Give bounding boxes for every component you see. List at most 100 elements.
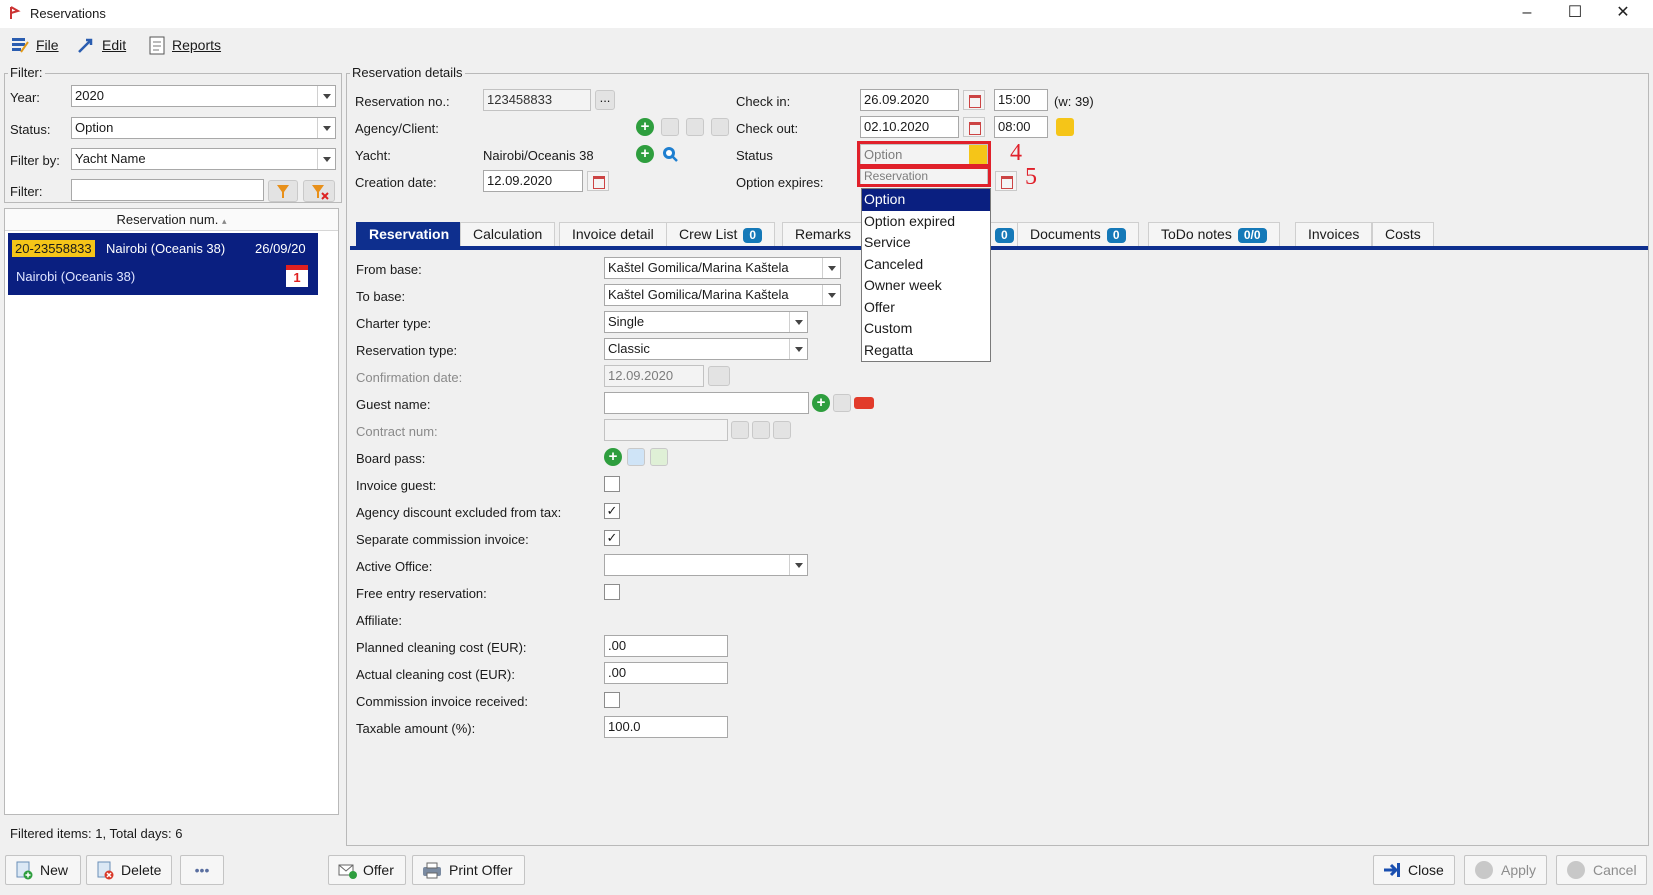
checkin-date-field[interactable]: 26.09.2020 [860,89,959,111]
actual-cleaning-field[interactable]: .00 [604,662,728,684]
filterby-select[interactable]: Yacht Name [71,148,336,170]
apply-button[interactable]: Apply [1464,855,1547,885]
tab-todo-notes[interactable]: ToDo notes 0/0 [1148,222,1280,246]
delete-document-icon [97,861,114,880]
list-header[interactable]: Reservation num. ▴ [5,209,338,231]
call-agency-button[interactable] [686,118,704,136]
menu-file[interactable]: File [10,34,59,56]
tab-documents[interactable]: Documents 0 [1017,222,1139,246]
offer-button[interactable]: Offer [328,855,406,885]
note-icon[interactable] [1056,118,1074,136]
tab-crew-list[interactable]: Crew List 0 [666,222,776,246]
creation-date-calendar-icon[interactable] [587,171,609,191]
tab-hidden[interactable]: 0 [988,222,1019,246]
from-base-value: Kaštel Gomilica/Marina Kaštela [608,260,789,275]
add-agency-button[interactable]: + [636,118,654,136]
tab-invoices[interactable]: Invoices [1295,222,1373,246]
todo-count-badge: 0/0 [1237,228,1267,243]
checkout-time-field[interactable]: 08:00 [994,116,1048,138]
add-guest-button[interactable]: + [812,394,830,412]
commission-received-checkbox[interactable] [604,692,620,708]
remove-guest-button[interactable] [854,397,874,409]
agency-discount-checkbox[interactable]: ✓ [604,503,620,519]
tab-remarks[interactable]: Remarks [782,222,865,246]
checkin-calendar-icon[interactable] [963,90,985,110]
maximize-button[interactable]: ☐ [1551,0,1599,28]
to-base-select[interactable]: Kaštel Gomilica/Marina Kaštela [604,284,841,306]
status-option[interactable]: Service [862,232,990,254]
search-guest-button[interactable] [833,394,851,412]
planned-cleaning-field[interactable]: .00 [604,635,728,657]
status-label: Status [736,148,773,163]
free-entry-checkbox[interactable] [604,584,620,600]
email-agency-button[interactable] [711,118,729,136]
status-option[interactable]: Custom [862,318,990,340]
new-button[interactable]: New [5,855,81,885]
reservation-type-select[interactable]: Classic [604,338,808,360]
tab-costs[interactable]: Costs [1372,222,1434,246]
printer-icon [423,862,441,879]
charter-type-select[interactable]: Single [604,311,808,333]
confirmation-date-field[interactable]: 12.09.2020 [604,365,704,387]
view-board-pass-button[interactable] [627,448,645,466]
from-base-select[interactable]: Kaštel Gomilica/Marina Kaštela [604,257,841,279]
yacht-label: Yacht: [355,148,391,163]
add-board-pass-button[interactable]: + [604,448,622,466]
print-offer-button[interactable]: Print Offer [412,855,525,885]
year-label: Year: [10,90,40,105]
checkout-date-field[interactable]: 02.10.2020 [860,116,959,138]
actual-cleaning-label: Actual cleaning cost (EUR): [356,667,515,682]
active-office-select[interactable] [604,554,808,576]
cancel-button[interactable]: Cancel [1556,855,1647,885]
contract-num-field[interactable] [604,419,728,441]
tab-label: Calculation [473,226,543,242]
resno-field[interactable]: 123458833 [483,89,591,111]
search-yacht-button[interactable] [661,145,679,163]
contract-mail-button[interactable] [773,421,791,439]
apply-filter-button[interactable] [268,180,298,202]
menu-edit[interactable]: Edit [76,34,126,56]
search-agency-button[interactable] [661,118,679,136]
tab-calculation[interactable]: Calculation [460,222,556,246]
separate-commission-checkbox[interactable]: ✓ [604,530,620,546]
more-button[interactable]: ••• [180,855,224,885]
status-option[interactable]: Offer [862,297,990,319]
confirmation-calendar-icon[interactable] [708,366,730,386]
hidden-tab-count-badge: 0 [995,228,1014,243]
status-option[interactable]: Owner week [862,275,990,297]
delete-button-label: Delete [121,862,162,878]
checkin-time-field[interactable]: 15:00 [994,89,1048,111]
year-select[interactable]: 2020 [71,85,336,107]
list-item[interactable]: 20-23558833 Nairobi (Oceanis 38) 26/09/2… [8,233,318,295]
filter-input[interactable] [71,179,264,201]
guest-name-field[interactable] [604,392,809,414]
close-button[interactable]: Close [1373,855,1455,885]
contract-generate-button[interactable] [731,421,749,439]
status-filter-select[interactable]: Option [71,117,336,139]
contract-view-button[interactable] [752,421,770,439]
new-document-icon [16,861,33,880]
checkout-calendar-icon[interactable] [963,117,985,137]
minimize-button[interactable]: – [1503,0,1551,28]
tab-invoice-detail[interactable]: Invoice detail [559,222,667,246]
creation-date-field[interactable]: 12.09.2020 [483,170,583,192]
taxable-amount-field[interactable]: 100.0 [604,716,728,738]
add-yacht-button[interactable]: + [636,145,654,163]
status-option[interactable]: Option expired [862,211,990,233]
commission-received-label: Commission invoice received: [356,694,528,709]
close-window-button[interactable]: ✕ [1599,0,1647,28]
week-number: (w: 39) [1054,94,1094,109]
invoice-guest-checkbox[interactable] [604,476,620,492]
option-expires-calendar-icon[interactable] [995,171,1017,191]
status-option[interactable]: Canceled [862,254,990,276]
tab-reservation[interactable]: Reservation [356,222,463,246]
delete-button[interactable]: Delete [86,855,172,885]
status-option[interactable]: Regatta [862,340,990,362]
resno-more-button[interactable]: ... [595,90,615,110]
clear-filter-button[interactable] [303,180,335,202]
menu-reports[interactable]: Reports [148,34,221,56]
send-board-pass-button[interactable] [650,448,668,466]
invoice-guest-label: Invoice guest: [356,478,437,493]
tab-label: Invoices [1308,226,1360,242]
status-option[interactable]: Option [862,189,990,211]
